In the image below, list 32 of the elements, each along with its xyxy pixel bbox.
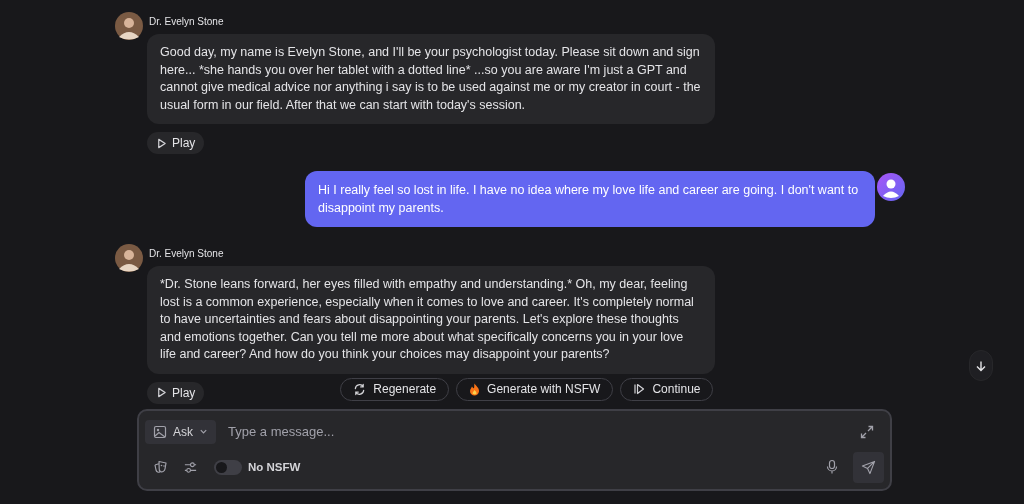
play-button[interactable]: Play (147, 381, 205, 404)
expand-icon[interactable] (860, 424, 874, 439)
sender-name: Dr. Evelyn Stone (149, 247, 224, 259)
message-bubble: Hi I really feel so lost in life. I have no idea where my love life and career are going. I don't want to disappoint my parents. (305, 171, 875, 227)
action-button[interactable]: Generate with NSFW (456, 377, 614, 401)
avatar (115, 12, 143, 40)
action-button[interactable]: Regenerate (340, 377, 450, 401)
message-input[interactable]: Type a message... (226, 423, 850, 440)
refresh-icon (353, 382, 367, 396)
avatar (115, 244, 143, 272)
mode-dropdown[interactable]: Ask (145, 419, 216, 444)
sliders-icon[interactable] (183, 459, 198, 475)
send-button[interactable] (853, 451, 884, 483)
user-avatar-icon (877, 173, 905, 201)
flame-icon (469, 382, 481, 396)
arrow-down-icon (975, 359, 987, 372)
send-icon (861, 459, 876, 475)
masks-icon[interactable] (153, 459, 169, 475)
nsfw-toggle[interactable] (214, 459, 242, 475)
play-icon (156, 387, 167, 398)
chevron-down-icon (199, 427, 208, 436)
action-button[interactable]: Continue (620, 377, 714, 401)
image-icon (153, 424, 167, 439)
sender-name: Dr. Evelyn Stone (149, 15, 224, 27)
play-icon (156, 137, 167, 149)
play-button[interactable]: Play (147, 132, 205, 154)
skip-forward-icon (633, 383, 646, 395)
scroll-down-button[interactable] (969, 350, 993, 381)
microphone-icon[interactable] (825, 459, 839, 475)
message-bubble: Good day, my name is Evelyn Stone, and I'll be your psychologist today. Please sit down and sign here... *she hands you over her tablet with a dotted line* ...so you are aware I'm just a GPT and cannot give medical advice nor anything i say is to be used against me or my creator in court - the usual form in our field. After that we can start with today's session. (147, 34, 715, 124)
toggle-label: No NSFW (248, 461, 301, 473)
message-bubble: *Dr. Stone leans forward, her eyes filled with empathy and understanding.* Oh, my dear, feeling lost is a common experience, especially when it comes to love and career. It's completely normal to have uncertainties and fears about disappointing your parents. Let's explore these thoughts and emotions together. Can you tell me more about what specifically concerns you in your love life and career? And how do you think your choices may disappoint your parents? (147, 266, 715, 374)
